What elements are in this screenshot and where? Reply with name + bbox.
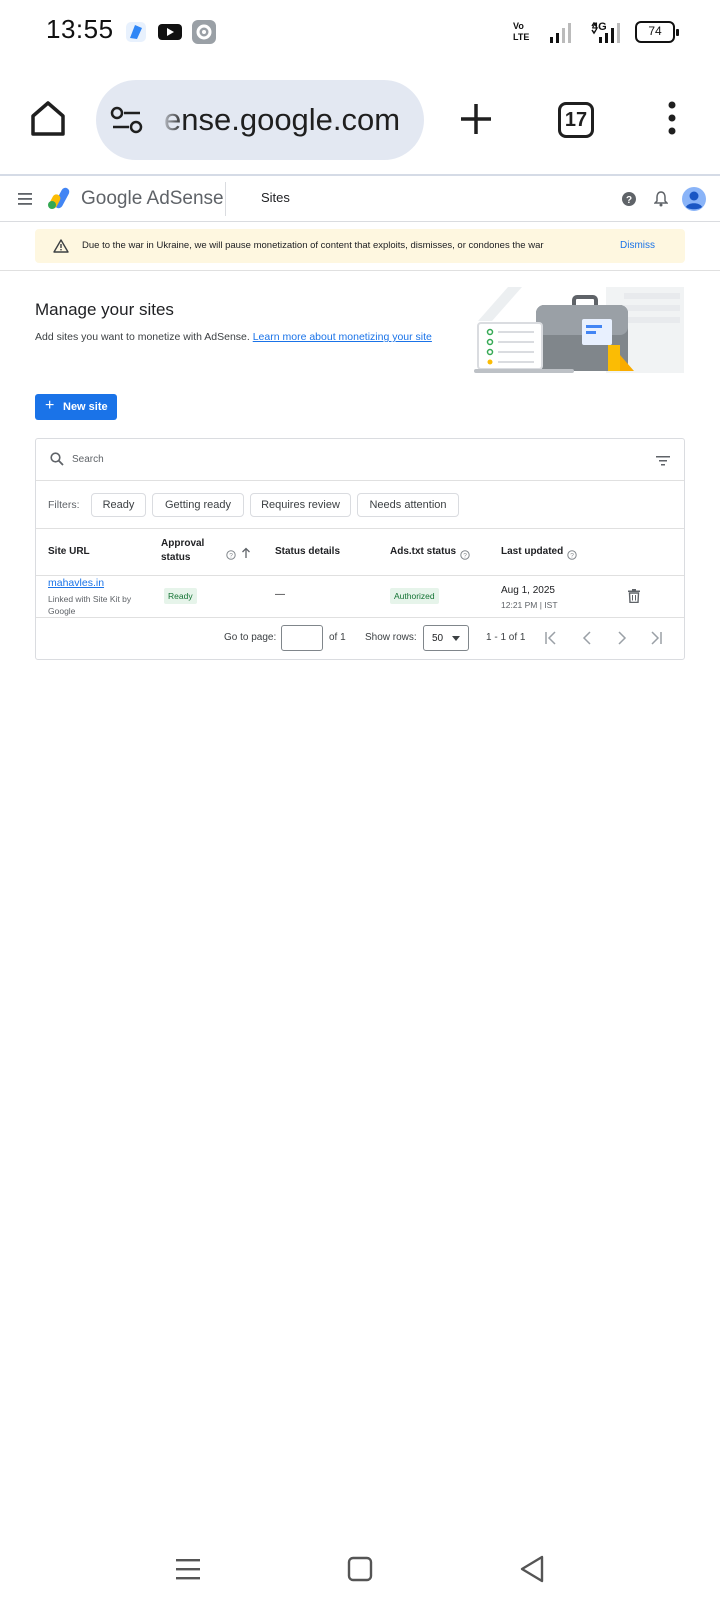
filter-chip-requires-review[interactable]: Requires review <box>250 493 351 517</box>
filter-chip-needs-attention[interactable]: Needs attention <box>357 493 459 517</box>
rows-per-page-value: 50 <box>432 633 444 644</box>
search-input[interactable]: Search <box>72 454 104 465</box>
ads-txt-help-icon[interactable]: ? <box>460 547 470 565</box>
column-header-site-url[interactable]: Site URL <box>48 546 90 557</box>
new-tab-icon[interactable] <box>458 101 494 142</box>
rows-per-page-select[interactable]: 50 <box>423 625 469 651</box>
battery-level: 74 <box>648 24 662 38</box>
next-page-icon[interactable] <box>615 631 629 650</box>
column-header-ads-txt[interactable]: Ads.txt status <box>390 546 456 557</box>
site-url-link[interactable]: mahavles.in <box>48 577 104 589</box>
plus-icon: + <box>45 397 55 414</box>
recent-apps-icon[interactable] <box>175 1556 201 1587</box>
approval-status-badge: Ready <box>164 588 197 604</box>
svg-text:?: ? <box>570 553 574 560</box>
approval-header-line2: status <box>161 552 191 563</box>
search-bar: Search <box>36 439 684 481</box>
sites-illustration <box>474 285 686 377</box>
learn-more-link[interactable]: Learn more about monetizing your site <box>253 331 432 343</box>
last-updated-time: 12:21 PM | IST <box>501 600 558 610</box>
help-icon[interactable]: ? <box>621 191 637 212</box>
filter-chip-ready[interactable]: Ready <box>91 493 146 517</box>
filters-label: Filters: <box>48 499 80 511</box>
url-text: ense.google.com <box>164 102 401 137</box>
youtube-icon <box>157 19 183 45</box>
svg-text:?: ? <box>626 195 632 206</box>
column-header-approval-status[interactable]: Approval status <box>161 537 204 565</box>
last-page-icon[interactable] <box>649 631 663 650</box>
approval-help-icon[interactable]: ? <box>226 547 236 565</box>
volte-indicator: Vo LTE <box>513 21 539 45</box>
home-icon[interactable] <box>28 98 68 143</box>
warning-icon <box>53 239 69 258</box>
column-header-last-updated[interactable]: Last updated <box>501 546 563 557</box>
banner-message: Due to the war in Ukraine, we will pause… <box>82 240 544 251</box>
browser-toolbar: ense.google.com 17 <box>0 64 720 176</box>
previous-page-icon[interactable] <box>580 631 594 650</box>
system-navigation-bar <box>0 1536 720 1600</box>
svg-text:?: ? <box>463 553 467 560</box>
new-site-button[interactable]: + New site <box>35 394 117 420</box>
volte-line2: LTE <box>513 32 530 42</box>
search-icon <box>50 452 64 471</box>
tab-switcher-button[interactable]: 17 <box>558 102 594 138</box>
volte-line1: Vo <box>513 21 524 31</box>
adsense-logo-icon[interactable] <box>47 186 73 215</box>
battery-icon: 74 <box>635 21 679 43</box>
status-bar: 13:55 Vo LTE 4G 74 <box>0 0 720 64</box>
approval-header-line1: Approval <box>161 538 205 549</box>
filter-list-icon[interactable] <box>656 454 670 472</box>
signal-strength-icon-2 <box>590 21 624 49</box>
filters-bar: Filters: Ready Getting ready Requires re… <box>36 481 684 529</box>
settings-app-icon <box>191 19 217 45</box>
brand-product: AdSense <box>146 188 224 209</box>
brand-name: Google AdSense <box>81 188 224 210</box>
sites-table-card: Search Filters: Ready Getting ready Requ… <box>35 438 685 660</box>
status-details-value: — <box>275 589 285 600</box>
brand-google: Google <box>81 188 143 209</box>
adsense-header: Google AdSense Sites ? <box>0 176 720 222</box>
last-updated-date: Aug 1, 2025 <box>501 585 555 596</box>
column-header-status-details[interactable]: Status details <box>275 546 340 557</box>
ukraine-notice-banner: Due to the war in Ukraine, we will pause… <box>35 229 685 263</box>
page-description: Add sites you want to monetize with AdSe… <box>35 331 432 343</box>
page-count-label: of 1 <box>329 632 346 643</box>
goto-page-label: Go to page: <box>224 632 277 643</box>
sort-ascending-icon[interactable] <box>241 546 251 564</box>
svg-text:?: ? <box>229 553 233 560</box>
new-site-label: New site <box>63 401 108 413</box>
goto-page-input[interactable] <box>281 625 323 651</box>
pagination-range: 1 - 1 of 1 <box>486 632 526 643</box>
notifications-bell-icon[interactable] <box>653 191 669 212</box>
section-title: Sites <box>261 190 290 205</box>
app-notification-icon <box>123 19 149 45</box>
address-bar[interactable]: ense.google.com <box>96 80 424 160</box>
last-updated-help-icon[interactable]: ? <box>567 547 577 565</box>
home-nav-icon[interactable] <box>347 1556 373 1587</box>
filter-chip-getting-ready[interactable]: Getting ready <box>152 493 244 517</box>
account-avatar[interactable] <box>681 186 707 217</box>
show-rows-label: Show rows: <box>365 632 417 643</box>
delete-icon[interactable] <box>628 589 640 608</box>
status-time: 13:55 <box>46 14 114 44</box>
back-nav-icon[interactable] <box>519 1555 545 1588</box>
hamburger-menu-icon[interactable] <box>17 192 33 211</box>
dismiss-button[interactable]: Dismiss <box>620 240 655 251</box>
site-kit-note: Linked with Site Kit by Google <box>48 594 132 616</box>
page-title: Manage your sites <box>35 300 174 319</box>
signal-strength-icon-1 <box>549 22 573 49</box>
site-info-icon[interactable] <box>110 106 144 139</box>
more-options-icon[interactable] <box>664 100 680 141</box>
description-text: Add sites you want to monetize with AdSe… <box>35 331 250 343</box>
dropdown-arrow-icon <box>452 636 460 641</box>
ads-txt-status-badge: Authorized <box>390 588 439 604</box>
first-page-icon[interactable] <box>544 631 558 650</box>
